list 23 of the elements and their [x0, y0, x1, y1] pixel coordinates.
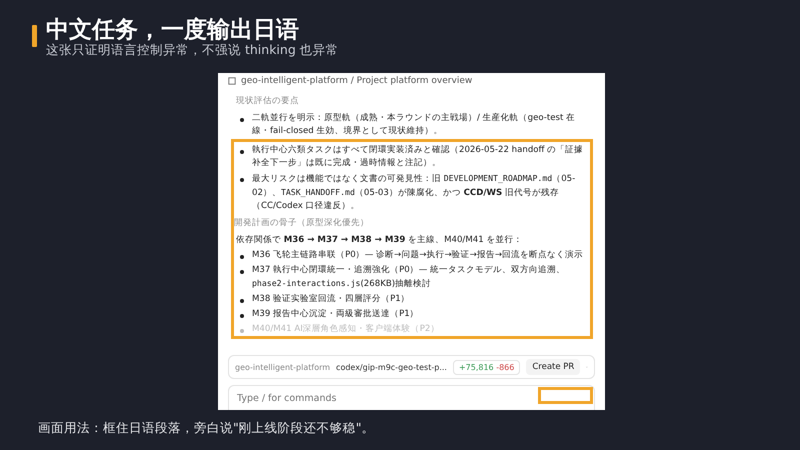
bullet-item: M39 报告中心沉淀・両級審批送達（P1） [231, 307, 593, 322]
slide-title: 中文任务，一度输出日语 [46, 16, 300, 44]
paragraph: 依存関係で M36 → M37 → M38 → M39 を主線、M40/M41 を並行： [231, 233, 593, 248]
section-heading: 現状評估の要点 [236, 95, 300, 108]
breadcrumb: geo-intelligent-platform / Project platform overview [241, 76, 472, 86]
command-input[interactable]: Type / for commands [228, 385, 595, 410]
bullet-item: M37 執行中心閉環統一・追溯強化（P0）— 統一タスクモデル、双方向追溯、 phase2-interactions.js(268KB)抽離検討 [231, 263, 593, 292]
bullet-item: M38 验证实验室回流・四層評分（P1） [231, 292, 593, 307]
window-icon [228, 77, 236, 85]
caption: 画面用法：框住日语段落，旁白说"刚上线阶段还不够稳"。 [38, 420, 376, 437]
slide-subtitle: 这张只证明语言控制异常，不强说 thinking 也异常 [46, 43, 339, 57]
create-pr-button[interactable]: Create PR [526, 359, 580, 375]
bullet-item: M36 飞轮主链路串联（P0）— 诊断→问题→执行→验证→报告→回流を断点なく演示 [231, 248, 593, 263]
highlight-frame [538, 387, 593, 404]
diff-stats: +75,816 -866 [452, 360, 520, 374]
bullet-item: 二軌並行を明示：原型軌（成熟・本ラウンドの主戦場）/ 生産化軌（geo-test 在線・fail-closed 生効、境界として現状維持）。 [236, 111, 593, 139]
branch-name: codex/gip-m9c-geo-test-p... [336, 362, 447, 372]
section-heading: 開発計画の骨子（原型深化優先） [231, 214, 593, 233]
bullet-item: M40/M41 AI深層角色感知・客户端体験（P2） [231, 322, 593, 339]
accent-bar [32, 25, 37, 47]
bullet-item: 最大リスクは機能ではなく文書の可発見性：旧 DEVELOPMENT_ROADMAP.md（05-02）、TASK_HANDOFF.md（05-03）が陳腐化、かつ CCD/WS 旧代号が残存（CC/Codex 口径違反）。 [231, 171, 593, 214]
bullet-item: 執行中心六類タスクはすべて閉環実装済みと確認（2026-05-22 handoff の「証據补全下一步」は既に完成・過時情報と注記）。 [231, 139, 593, 171]
repo-name: geo-intelligent-platform [235, 362, 330, 372]
